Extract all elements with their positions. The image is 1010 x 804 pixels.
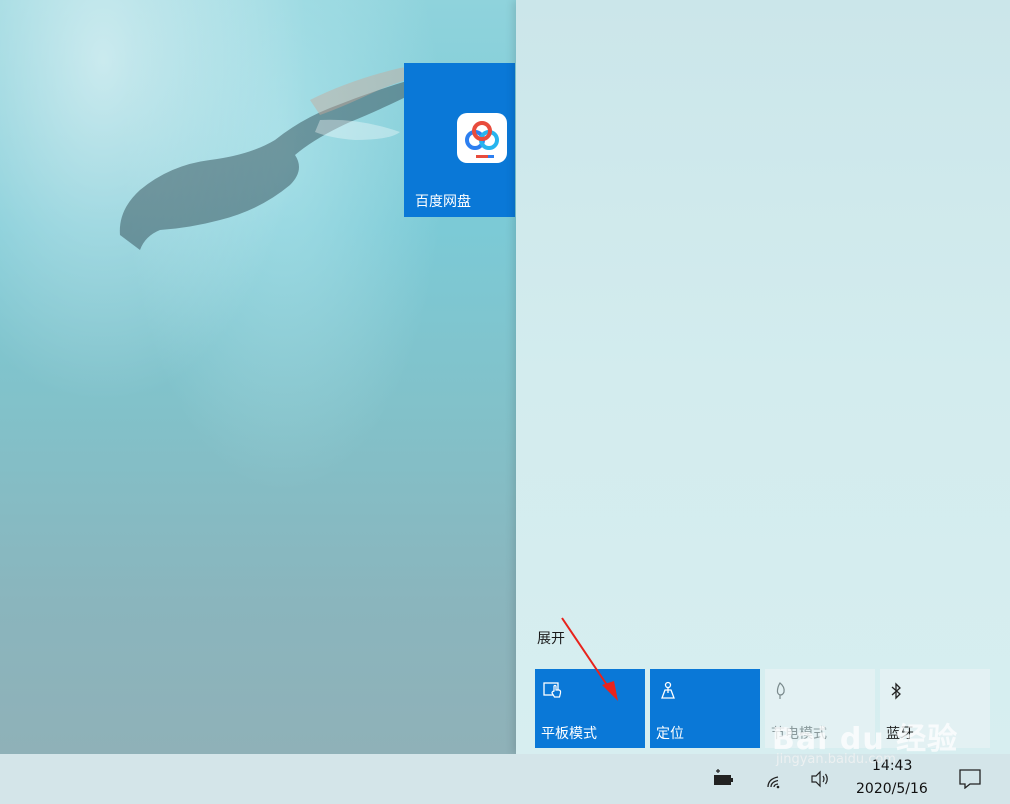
- start-tile-baidu-netdisk[interactable]: 百度网盘: [404, 63, 515, 217]
- action-center-panel: 展开: [516, 0, 1010, 754]
- quick-action-label: 平板模式: [541, 726, 597, 742]
- quick-action-location[interactable]: 定位: [650, 669, 760, 748]
- power-icon[interactable]: [712, 769, 734, 789]
- tablet-mode-icon: [543, 682, 562, 698]
- quick-action-label: 定位: [656, 726, 684, 742]
- baidu-netdisk-icon: [457, 113, 507, 163]
- quick-action-tablet-mode[interactable]: 平板模式: [535, 669, 645, 748]
- clock-time[interactable]: 14:43: [872, 758, 912, 774]
- quick-action-label: 蓝牙: [886, 726, 914, 742]
- volume-icon[interactable]: [810, 769, 832, 789]
- notification-center-button[interactable]: [944, 754, 996, 804]
- expand-link[interactable]: 展开: [537, 628, 565, 648]
- location-icon: [661, 681, 675, 699]
- tile-label: 百度网盘: [415, 194, 471, 210]
- notification-icon: [959, 769, 981, 789]
- battery-saver-icon: [776, 682, 785, 699]
- quick-action-label: 节电模式: [771, 726, 827, 742]
- clock-date[interactable]: 2020/5/16: [856, 781, 928, 797]
- wallpaper-swimmer-image: [119, 66, 430, 250]
- bluetooth-icon: [891, 682, 901, 700]
- quick-action-battery-saver[interactable]: 节电模式: [765, 669, 875, 748]
- quick-action-bluetooth[interactable]: 蓝牙: [880, 669, 990, 748]
- wifi-icon[interactable]: [764, 769, 786, 789]
